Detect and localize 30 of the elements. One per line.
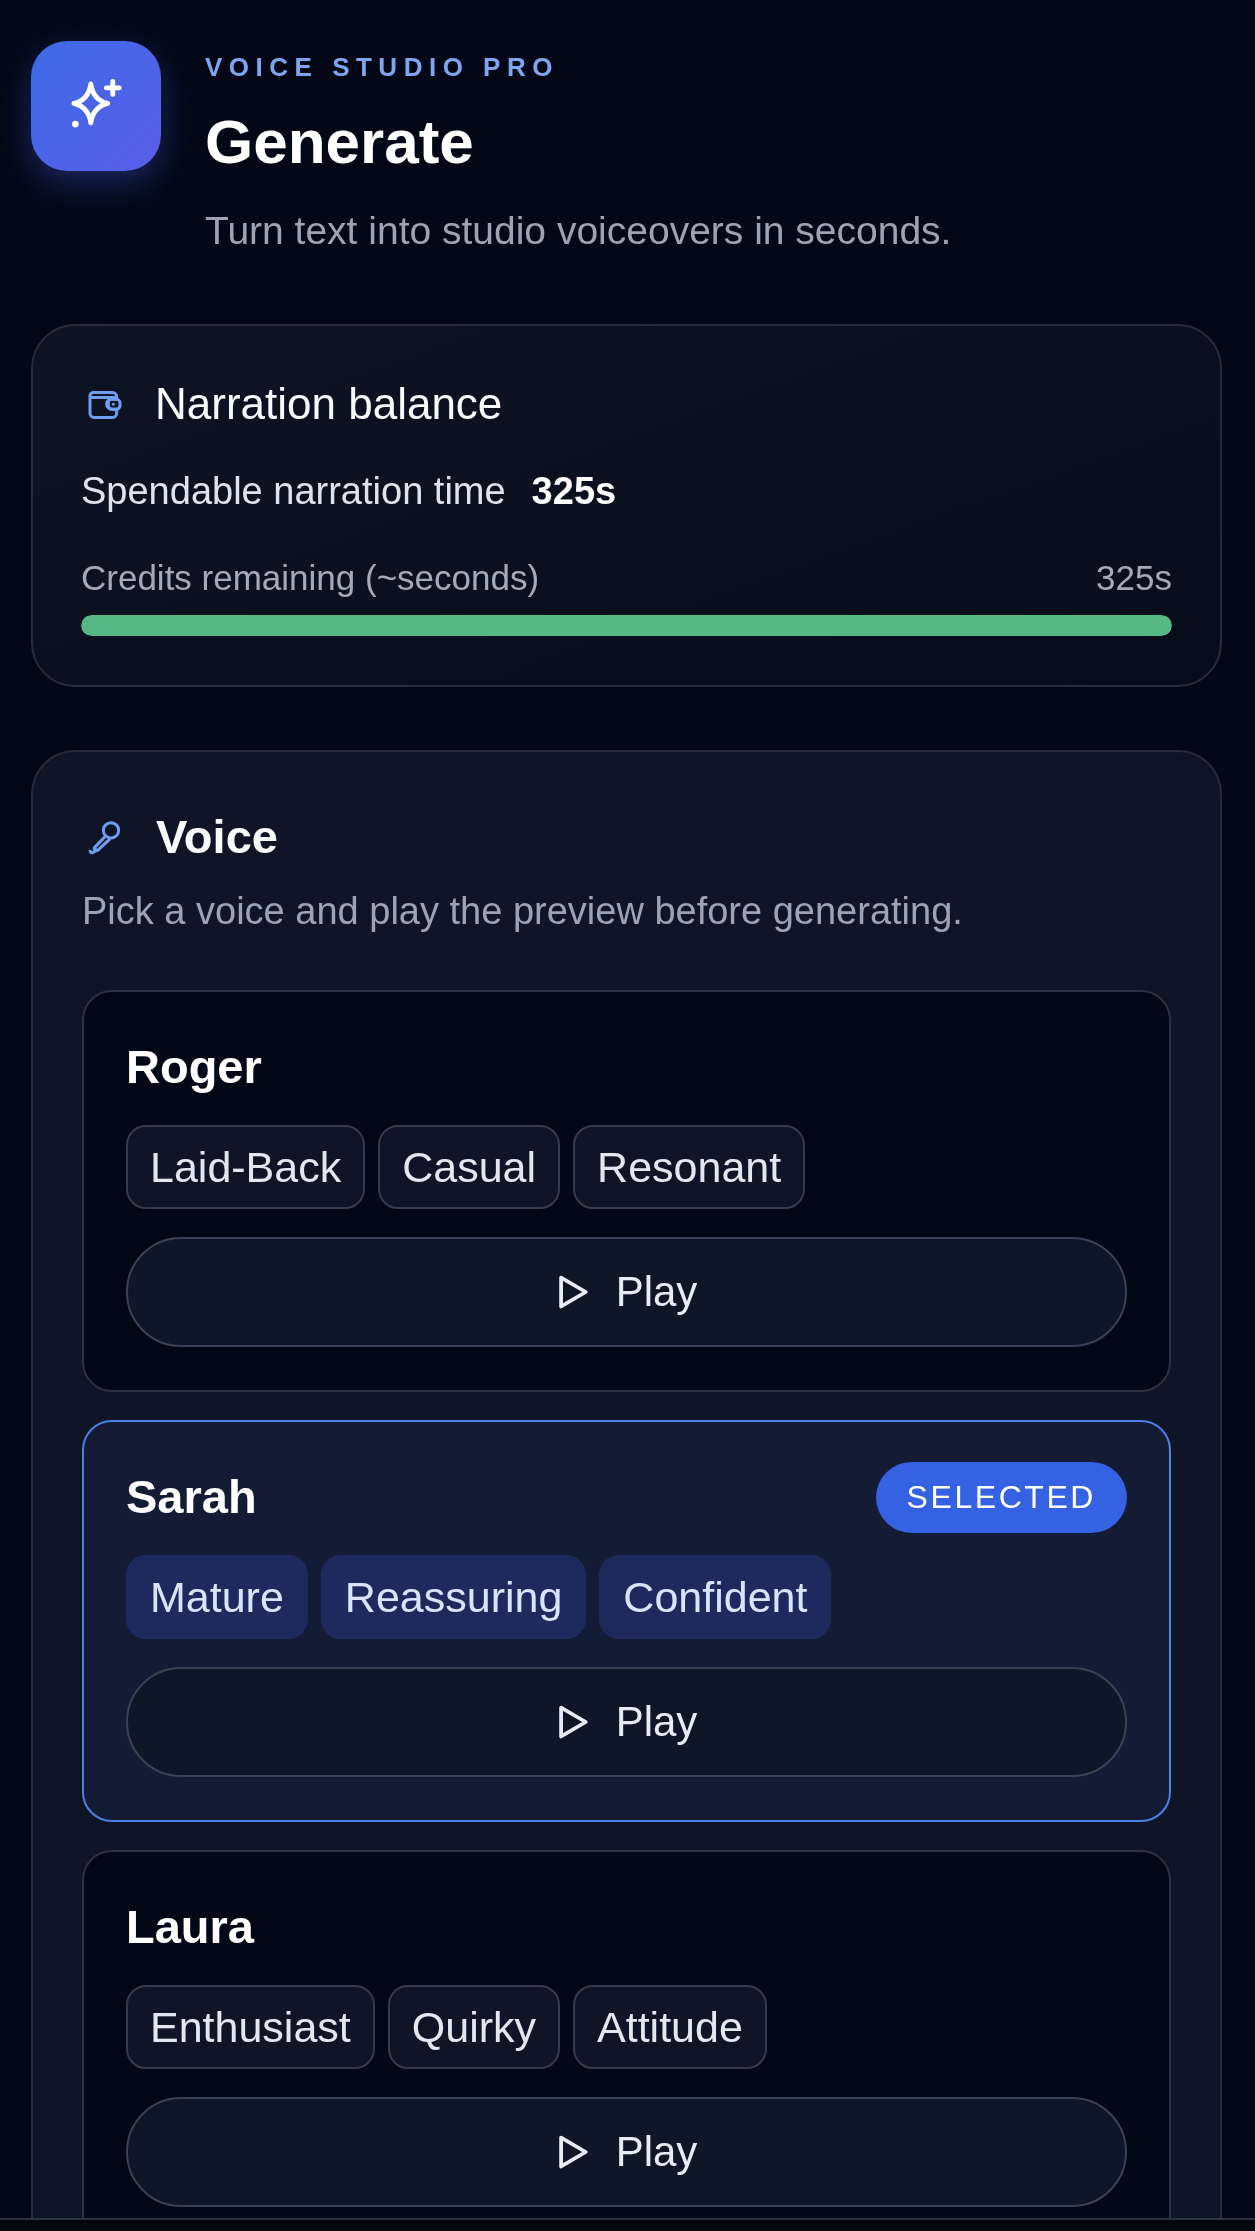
section-title: Voice: [156, 808, 278, 865]
voice-tag: Confident: [599, 1554, 832, 1639]
voice-card[interactable]: Roger Laid-Back Casual Resonant Play: [82, 989, 1171, 1392]
section-description: Pick a voice and play the preview before generating.: [82, 889, 964, 935]
play-button[interactable]: Play: [126, 1666, 1127, 1777]
page-subtitle: Turn text into studio voiceovers in seconds.: [205, 207, 952, 254]
card-title: Narration balance: [155, 378, 503, 431]
voice-name: Laura: [126, 1899, 254, 1956]
voice-tag: Mature: [126, 1554, 308, 1639]
voice-tag: Casual: [378, 1124, 561, 1209]
app-name: VOICE STUDIO PRO: [205, 52, 560, 84]
voice-tag: Quirky: [387, 1984, 561, 2069]
meter-label: Credits remaining (~seconds): [81, 556, 540, 599]
play-button[interactable]: Play: [126, 2096, 1127, 2207]
selected-badge: SELECTED: [875, 1461, 1127, 1533]
voice-tag: Laid-Back: [126, 1124, 366, 1209]
voice-name: Roger: [126, 1039, 262, 1096]
voice-name: Sarah: [126, 1469, 257, 1526]
meter-reading: 325s: [1096, 556, 1172, 599]
page-title: Generate: [205, 106, 475, 179]
spendable-value: 325s: [531, 469, 617, 515]
voice-tag: Reassuring: [320, 1554, 587, 1639]
voice-tag: Attitude: [573, 1984, 767, 2069]
voice-card[interactable]: Sarah SELECTED Mature Reassuring Confident Play: [82, 1419, 1171, 1822]
spendable-label: Spendable narration time: [81, 469, 506, 515]
sparkle-icon: [31, 41, 161, 171]
voice-tag: Resonant: [573, 1124, 806, 1209]
voice-tag: Enthusiast: [126, 1984, 375, 2069]
play-button[interactable]: Play: [126, 1236, 1127, 1347]
voice-card[interactable]: Laura Enthusiast Quirky Attitude Play: [82, 1849, 1171, 2218]
